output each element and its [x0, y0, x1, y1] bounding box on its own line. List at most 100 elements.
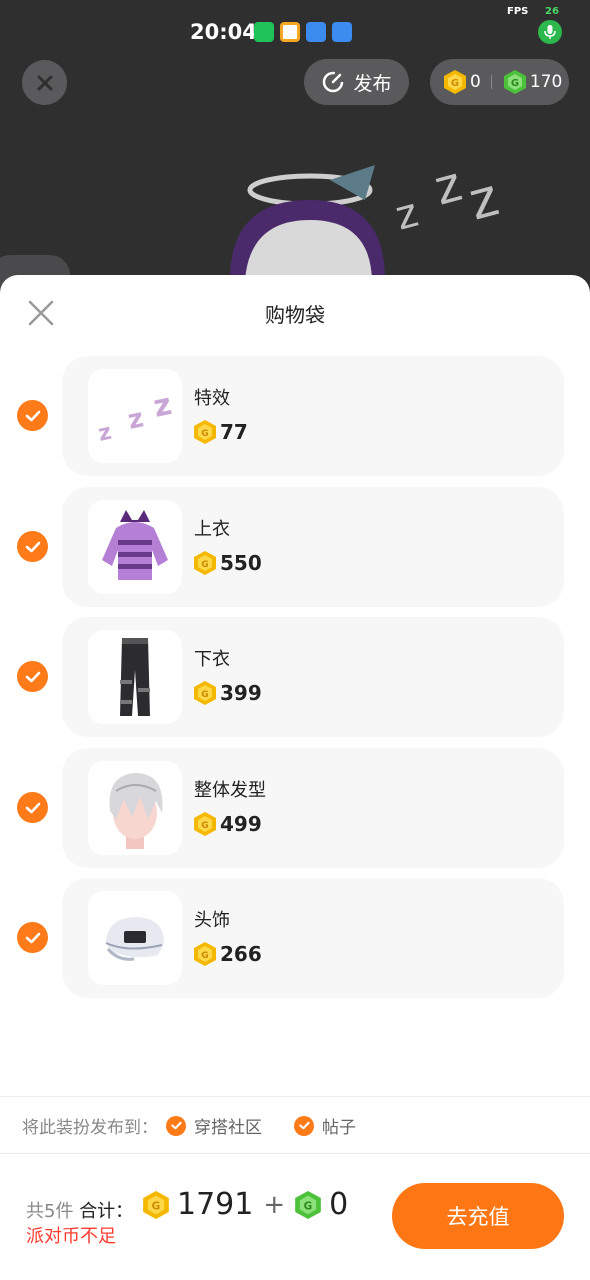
item-name: 特效: [194, 388, 230, 409]
item-price-value: 266: [220, 942, 262, 966]
item-checkbox[interactable]: [17, 400, 48, 431]
publish-to-label: 将此装扮发布到：: [22, 1118, 158, 1138]
sheet-title: 购物袋: [265, 303, 325, 327]
divider: [0, 1096, 590, 1097]
item-name: 头饰: [194, 910, 230, 931]
notification-icons: [254, 22, 352, 42]
gold-coin-icon: G: [194, 681, 216, 705]
gold-coin-icon: G: [444, 70, 466, 94]
gold-coin-icon: G: [194, 551, 216, 575]
item-price-value: 399: [220, 681, 262, 705]
gold-coin-icon: G: [194, 942, 216, 966]
svg-text:G: G: [152, 1200, 161, 1212]
gold-coin-icon: G: [143, 1190, 169, 1219]
check-icon: [294, 1115, 314, 1136]
check-icon: [25, 410, 40, 421]
item-checkbox[interactable]: [17, 661, 48, 692]
item-checkbox[interactable]: [17, 922, 48, 953]
svg-text:z: z: [463, 168, 505, 233]
divider: [0, 1153, 590, 1154]
list-item[interactable]: z z z 特效 G 77: [62, 356, 564, 476]
check-icon: [25, 932, 40, 943]
publish-to-row: 将此装扮发布到： 穿搭社区 帖子: [22, 1113, 356, 1138]
item-price-value: 550: [220, 551, 262, 575]
close-icon: [37, 75, 52, 90]
insufficient-warning: 派对币不足: [26, 1226, 116, 1247]
svg-text:z: z: [429, 156, 468, 217]
check-icon: [166, 1115, 186, 1136]
item-price: G 499: [194, 812, 262, 836]
planet-icon: [306, 22, 326, 42]
svg-text:z: z: [391, 190, 423, 240]
pants-icon: [88, 630, 182, 724]
item-checkbox[interactable]: [17, 792, 48, 823]
svg-text:G: G: [304, 1200, 313, 1212]
list-item[interactable]: 整体发型 G 499: [62, 748, 564, 868]
item-price-value: 77: [220, 420, 248, 444]
svg-text:G: G: [201, 690, 208, 700]
fps-label: FPS: [507, 6, 529, 17]
svg-text:G: G: [451, 78, 459, 89]
check-icon: [25, 541, 40, 552]
publish-icon: [323, 71, 344, 93]
divider: [490, 75, 492, 89]
check-icon: [25, 671, 40, 682]
gold-coin-icon: G: [194, 812, 216, 836]
fps-value: 26: [545, 6, 559, 17]
plus-sign: +: [263, 1189, 286, 1220]
total-label: 合计：: [79, 1201, 134, 1222]
hair-icon: [88, 761, 182, 855]
item-count-text: 共5件: [26, 1201, 74, 1222]
status-bar: 20:04 FPS 26: [0, 0, 590, 60]
zzz-effect-icon: z z z: [88, 369, 182, 463]
publish-option-post[interactable]: 帖子: [294, 1113, 356, 1138]
list-item[interactable]: 上衣 G 550: [62, 487, 564, 607]
publish-button[interactable]: 发布: [304, 59, 409, 105]
svg-text:z: z: [125, 403, 146, 435]
close-scene-button[interactable]: [22, 60, 67, 105]
publish-label: 发布: [353, 72, 392, 95]
item-name: 整体发型: [194, 780, 266, 801]
green-coin-balance: 170: [529, 72, 563, 92]
clock: 20:04: [190, 20, 257, 44]
currency-balance[interactable]: G 0 G 170: [430, 59, 569, 105]
hoodie-icon: [88, 500, 182, 594]
green-total: 0: [329, 1187, 349, 1222]
check-icon: [25, 802, 40, 813]
green-coin-icon: G: [503, 70, 526, 94]
svg-text:G: G: [511, 78, 519, 89]
svg-text:G: G: [201, 429, 208, 439]
item-price: G 266: [194, 942, 262, 966]
gold-total: 1791: [177, 1187, 254, 1222]
item-price: G 550: [194, 551, 262, 575]
publish-option-label: 帖子: [322, 1118, 356, 1138]
item-price: G 399: [194, 681, 262, 705]
cap-icon: [88, 891, 182, 985]
avatar-preview: z z z: [230, 156, 505, 280]
recharge-button[interactable]: 去充值: [392, 1183, 564, 1249]
item-name: 上衣: [194, 519, 230, 540]
item-name: 下衣: [194, 649, 230, 670]
publish-option-label: 穿搭社区: [194, 1118, 262, 1138]
svg-text:G: G: [201, 560, 208, 570]
list-item[interactable]: 下衣 G 399: [62, 617, 564, 737]
svg-text:G: G: [201, 821, 208, 831]
green-coin-icon: G: [295, 1190, 321, 1219]
shopping-bag-sheet: 购物袋 z z z 特效 G 77 上衣 G 550 下衣 G 399 整体发型…: [0, 275, 590, 1280]
total-price: G 1791 + G 0: [143, 1187, 348, 1222]
browser-icon: [280, 22, 300, 42]
gold-coin-balance: 0: [470, 72, 481, 92]
item-price-value: 499: [220, 812, 262, 836]
svg-text:z: z: [150, 387, 174, 425]
planet-icon: [332, 22, 352, 42]
item-price: G 77: [194, 420, 248, 444]
iqiyi-icon: [254, 22, 274, 42]
microphone-icon[interactable]: [538, 20, 562, 44]
list-item[interactable]: 头饰 G 266: [62, 878, 564, 998]
svg-text:G: G: [201, 951, 208, 961]
svg-text:z: z: [96, 420, 114, 447]
publish-option-community[interactable]: 穿搭社区: [166, 1113, 262, 1138]
item-count: 共5件 合计：: [26, 1197, 133, 1223]
gold-coin-icon: G: [194, 420, 216, 444]
item-checkbox[interactable]: [17, 531, 48, 562]
